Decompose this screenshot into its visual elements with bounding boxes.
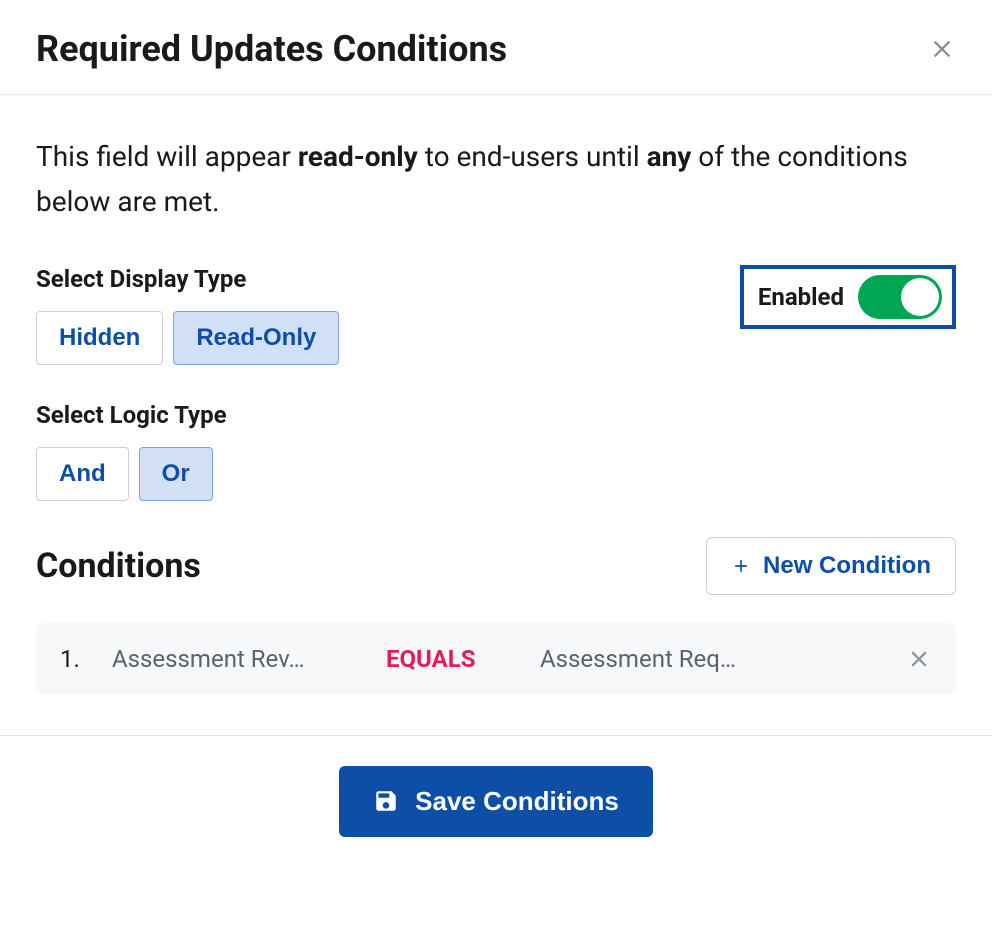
condition-number: 1. (60, 645, 88, 673)
display-type-group: Hidden Read-Only (36, 311, 740, 365)
save-button-label: Save Conditions (415, 786, 619, 817)
modal-title: Required Updates Conditions (36, 28, 507, 70)
new-condition-button[interactable]: New Condition (706, 537, 956, 595)
description: This field will appear read-only to end-… (36, 135, 956, 225)
modal-header: Required Updates Conditions (0, 0, 992, 95)
display-type-hidden[interactable]: Hidden (36, 311, 163, 365)
conditions-heading: Conditions (36, 546, 201, 586)
modal-footer: Save Conditions (0, 735, 992, 867)
enabled-toggle[interactable] (858, 275, 942, 319)
condition-row: 1. Assessment Rev… EQUALS Assessment Req… (36, 623, 956, 695)
logic-type-or[interactable]: Or (139, 447, 213, 501)
logic-type-and[interactable]: And (36, 447, 129, 501)
display-type-label: Select Display Type (36, 265, 740, 293)
plus-icon (731, 556, 751, 576)
condition-operator: EQUALS (386, 645, 516, 673)
new-condition-label: New Condition (763, 552, 931, 580)
conditions-header: Conditions New Condition (36, 537, 956, 595)
switch-knob (901, 278, 939, 316)
enabled-label: Enabled (758, 283, 844, 311)
display-type-readonly[interactable]: Read-Only (173, 311, 339, 365)
close-icon[interactable] (928, 35, 956, 63)
save-conditions-button[interactable]: Save Conditions (339, 766, 653, 837)
condition-field: Assessment Rev… (112, 645, 362, 673)
condition-value: Assessment Req… (540, 645, 882, 673)
logic-type-group: And Or (36, 447, 956, 501)
modal-body: This field will appear read-only to end-… (0, 95, 992, 735)
condition-delete-icon[interactable] (906, 646, 932, 672)
save-icon (373, 788, 399, 814)
logic-type-label: Select Logic Type (36, 401, 956, 429)
display-type-section-row: Select Display Type Hidden Read-Only Ena… (36, 265, 956, 401)
enabled-container: Enabled (740, 265, 956, 329)
